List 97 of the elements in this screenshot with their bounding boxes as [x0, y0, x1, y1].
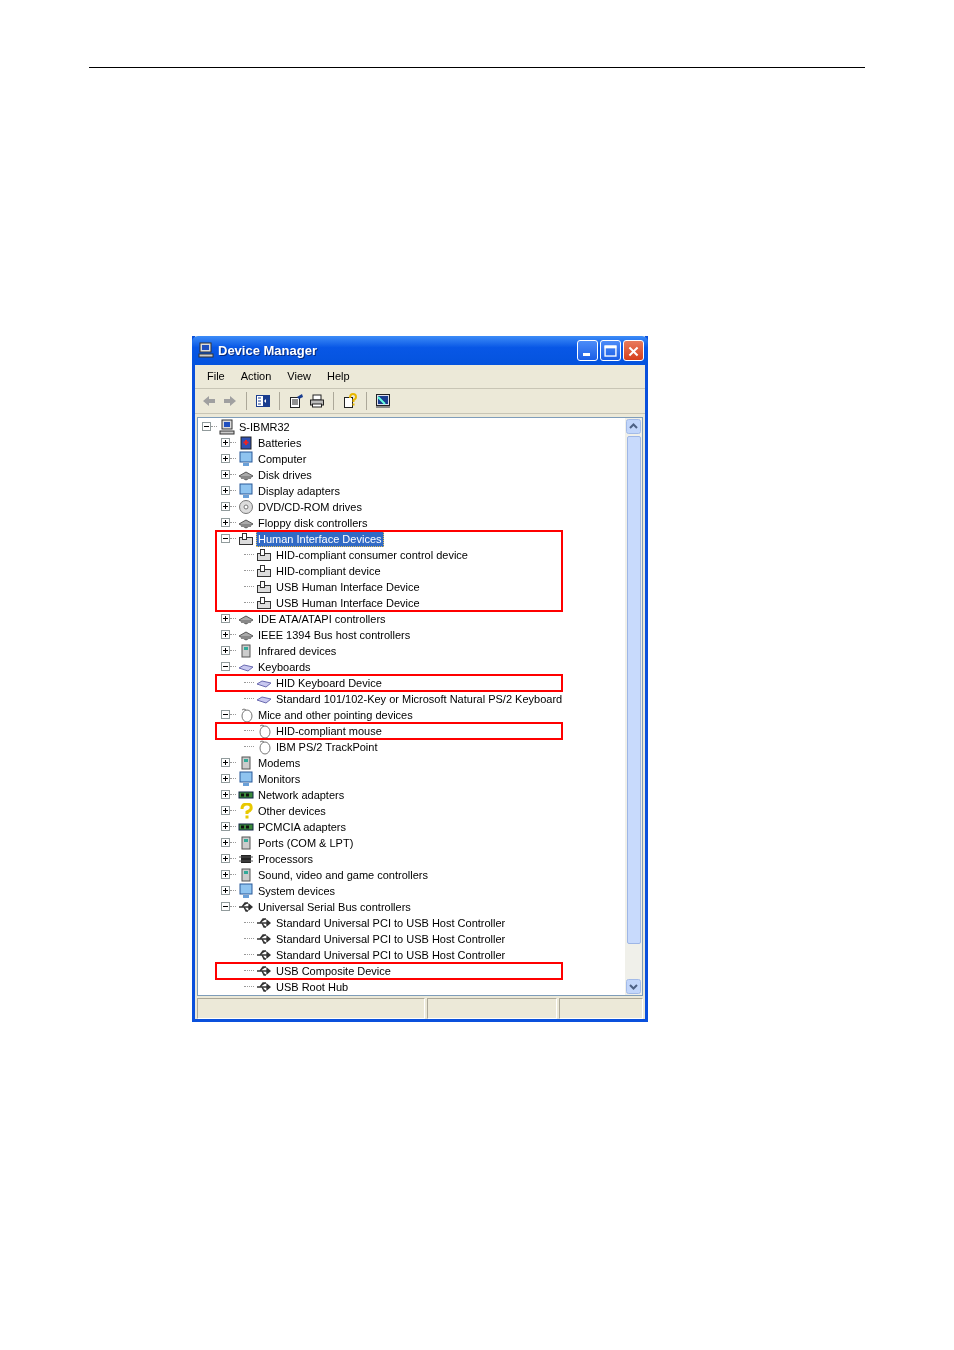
tree-item[interactable]: USB Human Interface Device: [274, 578, 422, 595]
tree-item[interactable]: S-IBMR32: [237, 418, 292, 435]
tree-item[interactable]: Mice and other pointing devices: [256, 706, 415, 723]
tree-item[interactable]: Keyboards: [256, 658, 313, 675]
scroll-up-icon[interactable]: [626, 418, 641, 434]
tree-item[interactable]: HID-compliant device: [274, 562, 383, 579]
tree-item[interactable]: Universal Serial Bus controllers: [256, 898, 413, 915]
tree-item[interactable]: IDE ATA/ATAPI controllers: [256, 610, 388, 627]
tree-item[interactable]: HID Keyboard Device: [274, 674, 384, 691]
device-icon: [238, 866, 254, 883]
tree-item[interactable]: Infrared devices: [256, 642, 339, 659]
device-icon: [238, 530, 254, 547]
expand-icon[interactable]: [221, 886, 230, 896]
mouse-icon: [256, 722, 272, 739]
expand-icon[interactable]: [221, 822, 230, 832]
device-icon: [238, 754, 254, 771]
device-icon: [256, 562, 272, 579]
tree-item[interactable]: HID-compliant consumer control device: [274, 546, 470, 563]
scroll-down-icon[interactable]: [626, 978, 641, 994]
tree-item[interactable]: Ports (COM & LPT): [256, 834, 356, 851]
tree-item[interactable]: Floppy disk controllers: [256, 514, 370, 531]
collapse-icon[interactable]: [221, 662, 230, 672]
expand-icon[interactable]: [221, 758, 230, 768]
monitor-icon: [238, 482, 254, 499]
mouse-icon: [238, 706, 254, 723]
computer-icon: [219, 418, 235, 435]
disc-icon: [238, 498, 254, 515]
collapse-icon[interactable]: [221, 534, 230, 544]
device-icon: [238, 834, 254, 851]
tree-item[interactable]: PCMCIA adapters: [256, 818, 349, 835]
tree-item[interactable]: USB Human Interface Device: [274, 594, 422, 611]
tree-item[interactable]: Standard 101/102-Key or Microsoft Natural PS/2 Keyboard: [274, 690, 565, 707]
console-tree-icon[interactable]: [255, 392, 271, 409]
expand-icon[interactable]: [221, 502, 230, 512]
properties-icon[interactable]: [288, 392, 304, 409]
tree-item[interactable]: IBM PS/2 TrackPoint: [274, 738, 380, 755]
expand-icon[interactable]: [221, 790, 230, 800]
tree-item[interactable]: Monitors: [256, 770, 303, 787]
expand-icon[interactable]: [221, 854, 230, 864]
tree-item[interactable]: HID-compliant mouse: [274, 722, 384, 739]
help-icon[interactable]: [342, 392, 358, 409]
expand-icon[interactable]: [221, 438, 230, 448]
tree-item[interactable]: Standard Universal PCI to USB Host Controller: [274, 946, 508, 963]
close-button[interactable]: [623, 339, 644, 361]
question-mark-icon: [238, 802, 254, 819]
tree-item[interactable]: Standard Universal PCI to USB Host Controller: [274, 914, 508, 931]
tree-item[interactable]: Disk drives: [256, 466, 314, 483]
device-icon: [238, 642, 254, 659]
expand-icon[interactable]: [221, 518, 230, 528]
tree-item[interactable]: Batteries: [256, 434, 304, 451]
menu-item[interactable]: File: [199, 368, 233, 385]
menu-item[interactable]: Help: [318, 368, 358, 385]
battery-icon: [238, 434, 254, 451]
expand-icon[interactable]: [221, 870, 230, 880]
expand-icon[interactable]: [221, 630, 230, 640]
expand-icon[interactable]: [221, 806, 230, 816]
expand-icon[interactable]: [221, 646, 230, 656]
menu-item[interactable]: Action: [232, 368, 280, 385]
tree-item[interactable]: Standard Universal PCI to USB Host Controller: [274, 930, 508, 947]
expand-icon[interactable]: [221, 614, 230, 624]
expand-icon[interactable]: [221, 774, 230, 784]
minimize-button[interactable]: [577, 339, 598, 361]
monitor-icon: [238, 450, 254, 467]
tree-item[interactable]: Network adapters: [256, 786, 347, 803]
tree-item[interactable]: DVD/CD-ROM drives: [256, 498, 364, 515]
tree-item[interactable]: USB Composite Device: [274, 962, 393, 979]
tree-item[interactable]: System devices: [256, 882, 338, 899]
expand-icon[interactable]: [221, 486, 230, 496]
menu-item[interactable]: View: [279, 368, 319, 385]
scroll-thumb[interactable]: [626, 435, 641, 944]
device-icon: [256, 578, 272, 595]
expand-icon[interactable]: [221, 470, 230, 480]
printer-icon[interactable]: [309, 392, 325, 409]
computer-icon: [198, 342, 214, 359]
mouse-icon: [256, 738, 272, 755]
vertical-scrollbar[interactable]: [625, 417, 642, 995]
tree-item[interactable]: Modems: [256, 754, 303, 771]
tree-item[interactable]: IEEE 1394 Bus host controllers: [256, 626, 413, 643]
expand-icon[interactable]: [221, 454, 230, 464]
collapse-icon[interactable]: [202, 422, 211, 432]
scan-hardware-icon[interactable]: [375, 392, 391, 409]
collapse-icon[interactable]: [221, 710, 230, 720]
device-icon: [256, 594, 272, 611]
monitor-icon: [238, 882, 254, 899]
maximize-button[interactable]: [600, 339, 621, 361]
collapse-icon[interactable]: [221, 902, 230, 912]
expand-icon[interactable]: [221, 838, 230, 848]
tree-item[interactable]: Other devices: [256, 802, 328, 819]
tree-item[interactable]: Processors: [256, 850, 316, 867]
tree-item[interactable]: Display adapters: [256, 482, 342, 499]
monitor-icon: [238, 770, 254, 787]
tree-item[interactable]: USB Root Hub: [274, 978, 351, 995]
window-title: Device Manager: [218, 342, 318, 358]
tree-item[interactable]: Sound, video and game controllers: [256, 866, 430, 883]
minimize-icon: [583, 352, 590, 356]
device-icon: [256, 546, 272, 563]
tree-item[interactable]: Computer: [256, 450, 309, 467]
